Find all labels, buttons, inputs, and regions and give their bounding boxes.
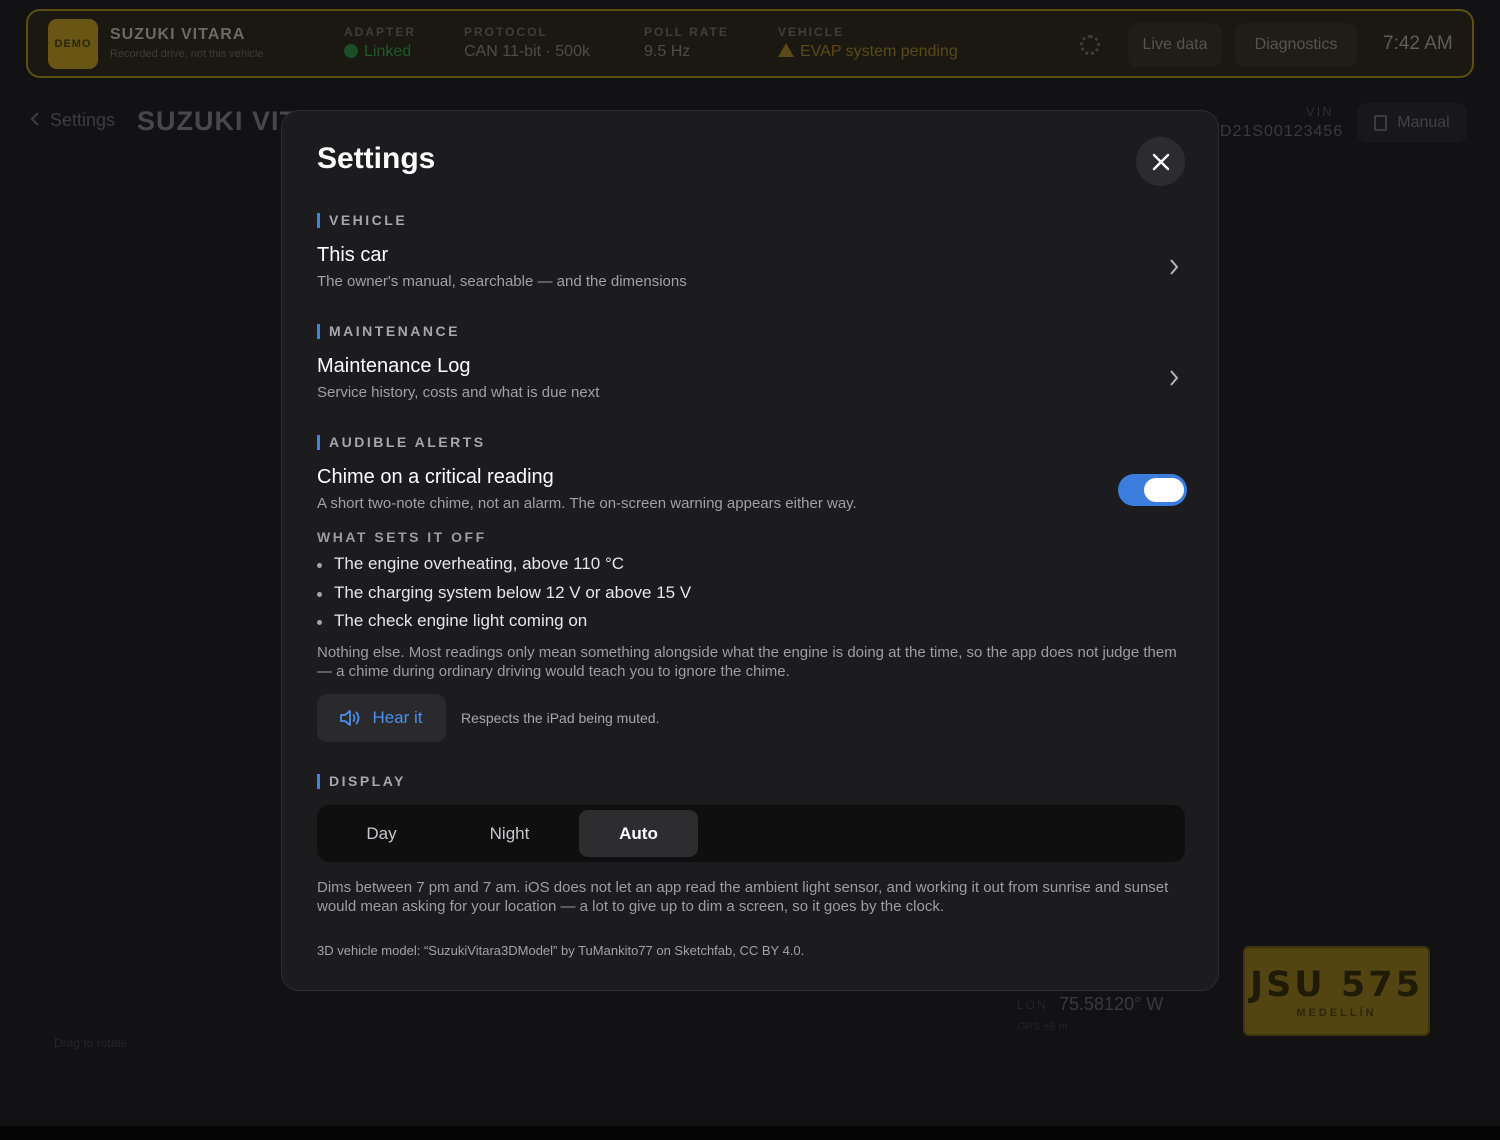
section-maintenance: MAINTENANCE — [317, 323, 460, 339]
toggle-knob — [1144, 478, 1184, 502]
hear-it-note: Respects the iPad being muted. — [461, 710, 660, 726]
maintenance-log-row[interactable]: Maintenance Log Service history, costs a… — [317, 355, 1185, 401]
this-car-title: This car — [317, 244, 389, 266]
diagnostics-button[interactable]: Diagnostics — [1235, 23, 1357, 67]
list-item: The charging system below 12 V or above … — [317, 583, 691, 612]
vehicle-subtitle: Recorded drive, not this vehicle — [110, 48, 264, 60]
protocol-status: PROTOCOL CAN 11-bit · 500k — [464, 25, 590, 61]
plate-number: JSU 575 — [1250, 965, 1423, 1005]
speaker-icon — [340, 710, 360, 726]
license-plate: JSU 575 MEDELLÍN — [1243, 946, 1430, 1036]
drag-hint: Drag to rotate — [54, 1036, 128, 1050]
close-button[interactable] — [1136, 137, 1185, 186]
display-option-auto[interactable]: Auto — [579, 810, 698, 857]
display-note: Dims between 7 pm and 7 am. iOS does not… — [317, 879, 1169, 915]
gear-icon[interactable] — [1080, 35, 1100, 55]
vehicle-status-label: VEHICLE — [778, 25, 845, 39]
vin-value: D21S00123456 — [1220, 123, 1344, 140]
poll-rate-status: POLL RATE 9.5 Hz — [644, 25, 729, 61]
vehicle-brand: SUZUKI VITARA Recorded drive, not this v… — [110, 26, 263, 60]
section-vehicle: VEHICLE — [317, 212, 407, 228]
section-audible-alerts: AUDIBLE ALERTS — [317, 434, 486, 450]
triggers-list: The engine overheating, above 110 °C The… — [317, 554, 691, 640]
warning-icon — [778, 43, 794, 57]
plate-city: MEDELLÍN — [1296, 1007, 1377, 1019]
protocol-label: PROTOCOL — [464, 25, 548, 39]
back-link[interactable]: Settings — [30, 110, 115, 131]
close-icon — [1152, 153, 1169, 170]
longitude-value: 75.58120° W — [1059, 994, 1164, 1014]
demo-badge: DEMO — [48, 19, 98, 69]
chime-setting: Chime on a critical reading A short two-… — [317, 466, 1097, 512]
this-car-row[interactable]: This car The owner's manual, searchable … — [317, 244, 1185, 290]
live-data-button[interactable]: Live data — [1128, 23, 1222, 67]
triggers-note: Nothing else. Most readings only mean so… — [317, 644, 1177, 680]
chime-title: Chime on a critical reading — [317, 466, 554, 488]
list-item: The engine overheating, above 110 °C — [317, 554, 691, 583]
back-link-label: Settings — [50, 110, 116, 130]
settings-modal: Settings VEHICLE This car The owner's ma… — [281, 110, 1219, 991]
manual-button[interactable]: Manual — [1357, 103, 1467, 143]
manual-button-label: Manual — [1397, 114, 1450, 131]
adapter-status: ADAPTER Linked — [344, 25, 416, 61]
poll-rate-value: 9.5 Hz — [644, 43, 691, 60]
longitude-label: LON — [1017, 998, 1048, 1012]
gps-accuracy: GPS ±6 m — [1017, 1021, 1068, 1033]
maintenance-log-subtitle: Service history, costs and what is due n… — [317, 384, 600, 401]
vin-label: VIN — [1306, 104, 1334, 119]
this-car-subtitle: The owner's manual, searchable — and the… — [317, 273, 687, 290]
model-credit: 3D vehicle model: “SuzukiVitara3DModel” … — [317, 943, 805, 958]
chevron-right-icon — [1170, 259, 1179, 275]
link-status-icon — [344, 44, 358, 58]
vehicle-status: VEHICLE EVAP system pending — [778, 25, 958, 61]
status-bar: DEMO SUZUKI VITARA Recorded drive, not t… — [26, 9, 1474, 78]
chime-subtitle: A short two-note chime, not an alarm. Th… — [317, 495, 857, 512]
adapter-value: Linked — [364, 43, 412, 60]
vehicle-name: SUZUKI VITARA — [110, 26, 246, 43]
clock: 7:42 AM — [1383, 33, 1453, 54]
protocol-value: CAN 11-bit · 500k — [464, 43, 590, 60]
hear-it-button[interactable]: Hear it — [317, 694, 446, 742]
chime-toggle[interactable] — [1118, 474, 1187, 506]
book-icon — [1374, 115, 1388, 131]
poll-rate-label: POLL RATE — [644, 25, 729, 39]
list-item: The check engine light coming on — [317, 611, 691, 640]
hear-it-label: Hear it — [372, 708, 423, 727]
triggers-heading: WHAT SETS IT OFF — [317, 529, 487, 545]
bottom-edge — [0, 1126, 1500, 1140]
section-display: DISPLAY — [317, 773, 406, 789]
chevron-right-icon — [1170, 370, 1179, 386]
maintenance-log-title: Maintenance Log — [317, 355, 471, 377]
display-option-night[interactable]: Night — [450, 810, 569, 857]
adapter-label: ADAPTER — [344, 25, 417, 39]
vehicle-status-value: EVAP system pending — [800, 43, 958, 60]
app-background: DEMO SUZUKI VITARA Recorded drive, not t… — [0, 0, 1500, 1140]
display-mode-selector: Day Night Auto — [317, 805, 1185, 862]
modal-title: Settings — [317, 142, 436, 175]
chevron-left-icon — [30, 112, 39, 126]
display-option-day[interactable]: Day — [322, 810, 441, 857]
